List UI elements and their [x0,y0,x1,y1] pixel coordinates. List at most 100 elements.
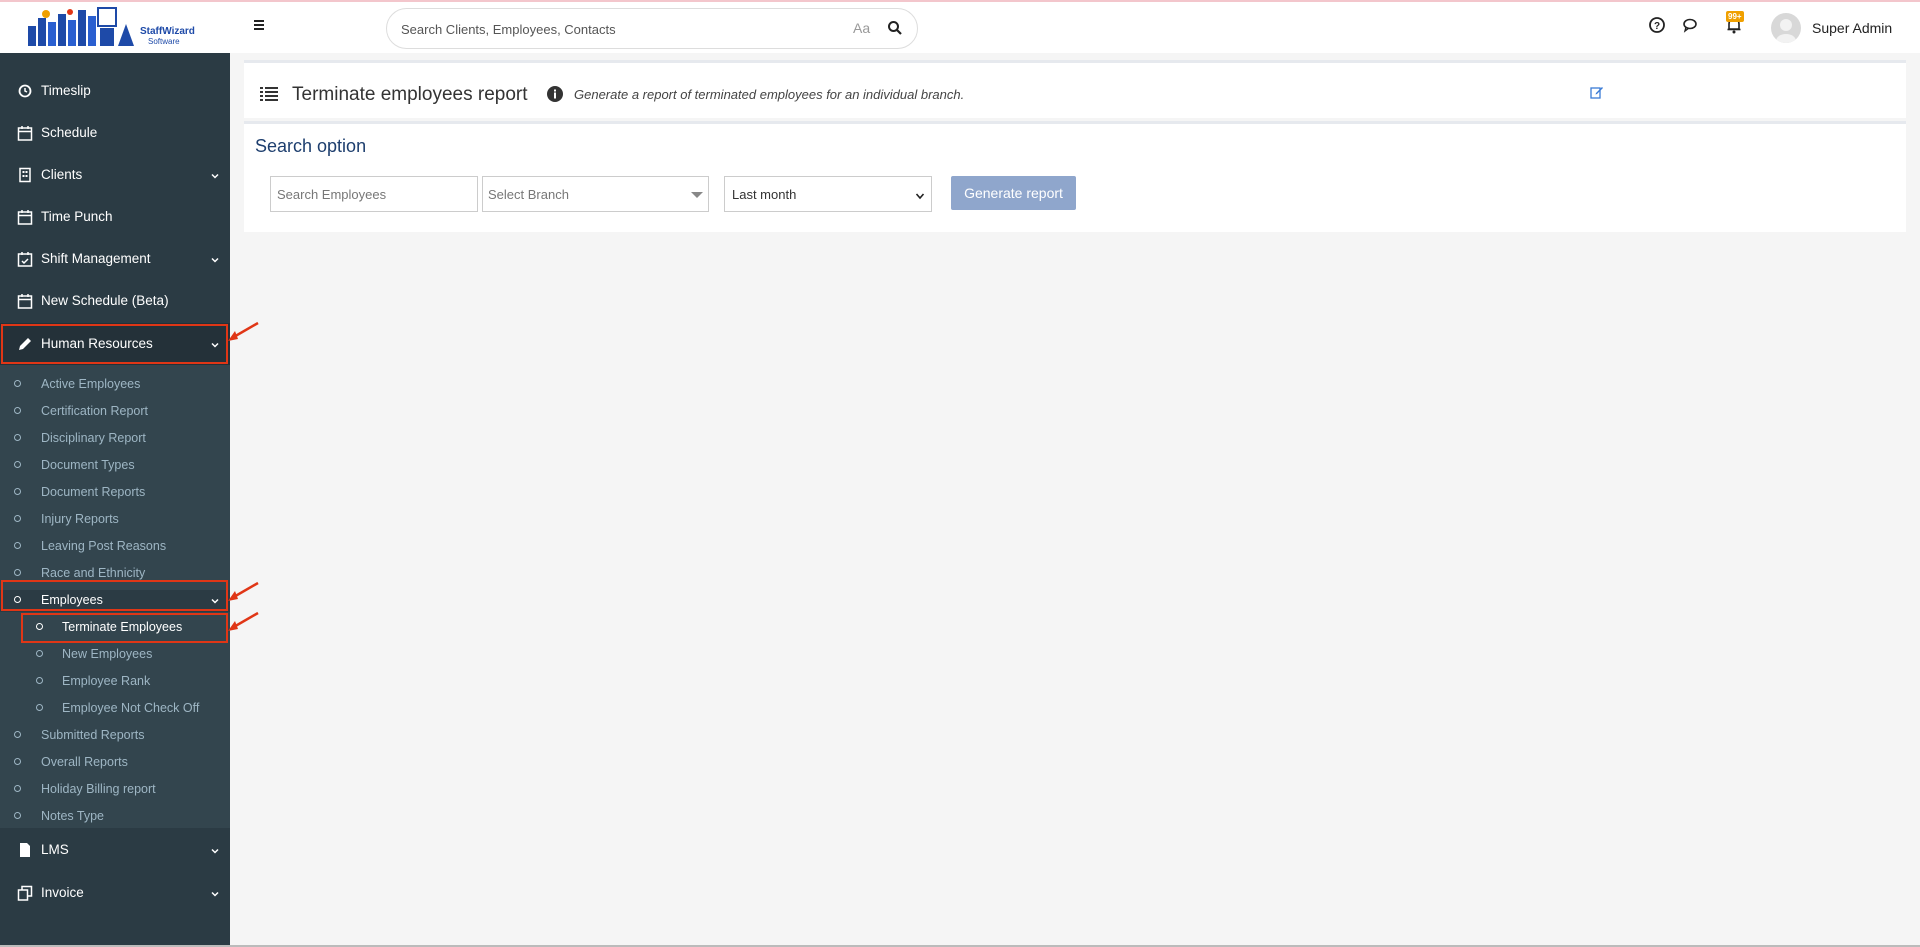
page-description: Generate a report of terminated employee… [574,87,965,102]
sidebar-item-schedule[interactable]: Schedule [0,112,230,154]
circle-icon [36,650,43,657]
annotation-arrow-icon [228,581,259,601]
copy-icon [17,885,33,901]
circle-icon [36,704,43,711]
circle-icon [36,677,43,684]
submenu-item-label: Document Reports [41,485,146,499]
submenu-item-label: Employee Not Check Off [62,701,200,715]
annotation-arrow-icon [228,611,259,631]
search-option-panel: Search option Select Branch Last month G… [244,121,1906,232]
hamburger-icon [254,20,264,30]
sidebar: Timeslip Schedule Clients Time Punch Shi… [0,53,230,947]
submenu-item-label: Document Types [41,458,135,472]
circle-icon [14,461,21,468]
clock-icon [17,83,33,99]
sidebar-item-shift-management[interactable]: Shift Management [0,238,230,280]
circle-icon [14,407,21,414]
global-search-box: Aa [386,8,918,49]
submenu-item-label: Overall Reports [41,755,128,769]
submenu-item-certification-report[interactable]: Certification Report [0,401,230,423]
sidebar-item-label: Clients [41,167,83,182]
circle-icon [14,785,21,792]
calendar-icon [17,209,33,225]
submenu-item-employee-rank[interactable]: Employee Rank [0,671,230,693]
svg-text:?: ? [1654,21,1660,32]
info-icon[interactable] [546,85,564,103]
sidebar-item-clients[interactable]: Clients [0,154,230,196]
building-icon [17,167,33,183]
chevron-down-icon [210,169,220,179]
sidebar-item-lms[interactable]: LMS [0,829,230,871]
user-name[interactable]: Super Admin [1812,20,1892,36]
search-icon[interactable] [887,20,905,38]
list-icon [260,86,278,102]
submenu-item-holiday-billing-report[interactable]: Holiday Billing report [0,779,230,801]
sidebar-item-timeslip[interactable]: Timeslip [0,70,230,112]
sidebar-item-invoice[interactable]: Invoice [0,872,230,914]
chevron-down-icon [210,844,220,854]
submenu-item-document-reports[interactable]: Document Reports [0,482,230,504]
submenu-item-leaving-post-reasons[interactable]: Leaving Post Reasons [0,536,230,558]
submenu-item-employee-not-check-off[interactable]: Employee Not Check Off [0,698,230,720]
highlight-box [1,324,228,364]
menu-toggle-button[interactable] [251,16,269,34]
sidebar-item-label: Schedule [41,125,98,140]
circle-icon [14,380,21,387]
submenu-item-notes-type[interactable]: Notes Type [0,806,230,828]
submenu-item-submitted-reports[interactable]: Submitted Reports [0,725,230,747]
chevron-down-icon [915,189,925,200]
sidebar-item-label: New Schedule (Beta) [41,293,169,308]
chevron-down-icon [210,887,220,897]
section-title: Search option [255,136,367,156]
branch-select-placeholder: Select Branch [488,187,569,202]
caret-down-icon [691,192,703,198]
highlight-box [1,580,228,611]
submenu-item-label: Notes Type [41,809,105,823]
search-employees-input[interactable] [270,176,478,212]
submenu-item-injury-reports[interactable]: Injury Reports [0,509,230,531]
edit-icon[interactable] [1590,85,1604,99]
circle-icon [14,542,21,549]
submenu-item-new-employees[interactable]: New Employees [0,644,230,666]
submenu-item-label: Certification Report [41,404,148,418]
chevron-down-icon [210,253,220,263]
period-select-value: Last month [732,187,797,202]
submenu-item-disciplinary-report[interactable]: Disciplinary Report [0,428,230,450]
page-title: Terminate employees report [292,84,528,105]
submenu-item-overall-reports[interactable]: Overall Reports [0,752,230,774]
svg-text:Software: Software [148,37,180,46]
svg-text:StaffWizard: StaffWizard [140,26,195,37]
annotation-arrow-icon [228,321,259,341]
staffwizard-logo[interactable]: StaffWizard Software [26,6,204,50]
file-icon [17,842,33,858]
submenu-item-active-employees[interactable]: Active Employees [0,374,230,396]
period-select[interactable]: Last month [724,176,932,212]
sidebar-item-label: Invoice [41,885,84,900]
submenu-item-document-types[interactable]: Document Types [0,455,230,477]
branch-select[interactable]: Select Branch [482,176,709,212]
sidebar-item-label: Shift Management [41,251,151,266]
highlight-box [21,613,228,643]
calendar-icon [17,125,33,141]
submenu-item-label: Injury Reports [41,512,119,526]
circle-icon [14,434,21,441]
sidebar-item-time-punch[interactable]: Time Punch [0,196,230,238]
sidebar-item-label: LMS [41,842,69,857]
help-icon[interactable]: ? [1648,16,1668,36]
calendar-icon [17,293,33,309]
circle-icon [14,569,21,576]
page-header-panel: Terminate employees report Generate a re… [244,60,1906,118]
notification-badge: 99+ [1726,11,1744,22]
submenu-item-label: New Employees [62,647,153,661]
avatar[interactable] [1771,13,1801,43]
global-search-input[interactable] [401,19,831,39]
circle-icon [14,515,21,522]
generate-report-button[interactable]: Generate report [951,176,1076,210]
circle-icon [14,731,21,738]
circle-icon [14,758,21,765]
submenu-item-label: Active Employees [41,377,141,391]
case-toggle[interactable]: Aa [853,20,870,36]
chat-icon[interactable] [1682,16,1702,36]
sidebar-item-new-schedule[interactable]: New Schedule (Beta) [0,280,230,322]
circle-icon [14,488,21,495]
